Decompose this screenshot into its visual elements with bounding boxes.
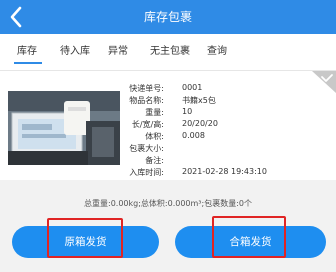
active-tab-indicator xyxy=(14,62,42,64)
dimensions-value: 20/20/20 xyxy=(182,119,218,128)
volume-label: 体积: xyxy=(145,132,164,141)
item-name-label: 物品名称: xyxy=(129,96,164,105)
detail-row: 备注: xyxy=(0,155,336,167)
tab-exception[interactable]: 异常 xyxy=(108,34,128,70)
package-card[interactable]: 快递单号: 0001 物品名称: 书籍x5包 重量: 10 长/宽/高: 20/… xyxy=(0,70,336,180)
detail-row: 物品名称: 书籍x5包 xyxy=(0,95,336,107)
highlight-box-original xyxy=(47,218,123,258)
detail-row: 长/宽/高: 20/20/20 xyxy=(0,119,336,131)
detail-row: 包裹大小: xyxy=(0,143,336,155)
tab-stock[interactable]: 库存 xyxy=(17,34,37,70)
highlight-box-combined xyxy=(212,216,286,258)
package-size-label: 包裹大小: xyxy=(129,144,164,153)
page-title: 库存包裹 xyxy=(143,10,192,24)
dimensions-label: 长/宽/高: xyxy=(131,120,164,129)
tracking-number-label: 快递单号: xyxy=(129,84,164,93)
detail-row: 快递单号: 0001 xyxy=(0,83,336,95)
volume-value: 0.008 xyxy=(182,131,205,140)
weight-label: 重量: xyxy=(145,108,164,117)
stock-in-time-value: 2021-02-28 19:43:10 xyxy=(182,167,267,176)
app-header: 库存包裹 xyxy=(0,0,336,34)
tracking-number-value: 0001 xyxy=(182,83,203,92)
tab-pending[interactable]: 待入库 xyxy=(60,34,90,70)
tab-query[interactable]: 查询 xyxy=(207,34,227,70)
detail-row: 重量: 10 xyxy=(0,107,336,119)
stock-in-time-label: 入库时间: xyxy=(129,168,164,177)
weight-value: 10 xyxy=(182,107,193,116)
remark-label: 备注: xyxy=(145,156,164,165)
detail-row: 体积: 0.008 xyxy=(0,131,336,143)
detail-row: 入库时间: 2021-02-28 19:43:10 xyxy=(0,167,336,179)
tab-unclaimed[interactable]: 无主包裹 xyxy=(150,34,190,70)
tab-bar: 库存 待入库 异常 无主包裹 查询 xyxy=(0,34,336,70)
item-name-value: 书籍x5包 xyxy=(182,96,216,105)
summary-text: 总重量:0.00kg;总体积:0.000m³;包裹数量:0个 xyxy=(84,199,252,208)
